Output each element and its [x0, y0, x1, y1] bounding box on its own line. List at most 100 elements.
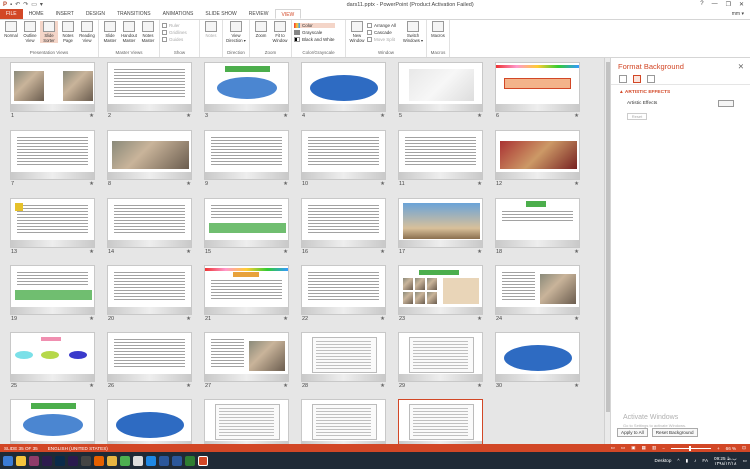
slide-preview[interactable]	[495, 265, 580, 315]
slide-transition-star-icon[interactable]: ★	[574, 383, 579, 389]
handout-master-button[interactable]: Handout Master	[120, 21, 138, 43]
after-effects-icon[interactable]	[68, 455, 78, 466]
slide-thumbnail[interactable]: 14 ★	[107, 198, 192, 262]
effects-icon[interactable]	[633, 75, 641, 83]
start-icon[interactable]	[3, 455, 13, 466]
tab-view[interactable]: VIEW	[274, 9, 302, 19]
slide-transition-star-icon[interactable]: ★	[380, 113, 385, 119]
clock[interactable]: 09:25 ب.ظ ۱۳۹۸/۱۲/۱۸	[714, 456, 737, 466]
zoom-level[interactable]: 66 %	[726, 446, 736, 451]
slide-preview[interactable]	[398, 265, 483, 315]
slide-preview[interactable]	[10, 130, 95, 180]
black-and-white-button[interactable]: Black and White	[294, 37, 335, 42]
redo-icon[interactable]: ↷	[23, 1, 28, 8]
folder-icon[interactable]	[107, 455, 117, 466]
slide-preview[interactable]	[204, 332, 289, 382]
tab-review[interactable]: REVIEW	[243, 9, 275, 19]
switch-windows-button[interactable]: Switch Windows ▾	[402, 21, 424, 43]
close-button[interactable]: ✕	[739, 1, 744, 8]
fit-slide-icon[interactable]: ⊡	[742, 445, 746, 451]
slide-preview[interactable]	[301, 332, 386, 382]
tab-file[interactable]: FILE	[0, 9, 23, 19]
slide-transition-star-icon[interactable]: ★	[186, 181, 191, 187]
network-icon[interactable]: ▮	[686, 458, 689, 464]
start-slideshow-icon[interactable]: ▭	[31, 1, 37, 8]
slide-thumbnail[interactable]: 22 ★	[301, 265, 386, 329]
slide-transition-star-icon[interactable]: ★	[89, 316, 94, 322]
undo-icon[interactable]: ↶	[15, 1, 20, 8]
ruler-checkbox[interactable]: Ruler	[162, 23, 187, 28]
slide-preview[interactable]	[107, 198, 192, 248]
user-account[interactable]: mm ▾	[732, 9, 750, 19]
slide-thumbnail[interactable]: 7 ★	[10, 130, 95, 194]
slide-thumbnail[interactable]: 13 ★	[10, 198, 95, 262]
slide-transition-star-icon[interactable]: ★	[380, 181, 385, 187]
tab-transitions[interactable]: TRANSITIONS	[111, 9, 157, 19]
reading-view-button[interactable]: Reading View	[78, 21, 96, 43]
slide-transition-star-icon[interactable]: ★	[574, 316, 579, 322]
slide-thumbnail[interactable]: 23 ★	[398, 265, 483, 329]
reset-button[interactable]: Reset	[627, 113, 647, 120]
slide-preview[interactable]	[301, 130, 386, 180]
slide-transition-star-icon[interactable]: ★	[283, 383, 288, 389]
notes-button[interactable]: Notes	[202, 21, 220, 38]
slide-preview[interactable]	[398, 332, 483, 382]
slide-thumbnail[interactable]: 35★	[398, 399, 483, 444]
slide-thumbnail[interactable]: 10 ★	[301, 130, 386, 194]
language-indicator[interactable]: ENGLISH (UNITED STATES)	[48, 446, 108, 451]
chrome-icon[interactable]	[120, 455, 130, 466]
slide-preview[interactable]	[204, 399, 289, 444]
slide-preview[interactable]	[398, 62, 483, 112]
slide-thumbnail[interactable]: 26 ★	[107, 332, 192, 396]
slide-thumbnail[interactable]: 32★	[107, 399, 192, 444]
slide-transition-star-icon[interactable]: ★	[380, 383, 385, 389]
slide-thumbnail[interactable]: 16 ★	[301, 198, 386, 262]
artistic-effects-dropdown[interactable]	[718, 100, 734, 107]
minimize-button[interactable]: —	[712, 1, 718, 8]
slide-preview[interactable]	[398, 130, 483, 180]
fill-icon[interactable]	[619, 75, 627, 83]
slide-preview[interactable]	[495, 332, 580, 382]
pane-close-button[interactable]: ✕	[738, 62, 744, 71]
slide-transition-star-icon[interactable]: ★	[89, 113, 94, 119]
slide-transition-star-icon[interactable]: ★	[283, 113, 288, 119]
slide-transition-star-icon[interactable]: ★	[380, 249, 385, 255]
slide-preview[interactable]	[204, 62, 289, 112]
tab-design[interactable]: DESIGN	[80, 9, 111, 19]
view-direction-button[interactable]: View Direction ▾	[225, 21, 247, 43]
tray-arrow-icon[interactable]: ^	[677, 458, 679, 463]
macros-button[interactable]: Macros	[429, 21, 447, 38]
media-player-icon[interactable]	[81, 455, 91, 466]
zoom-out-icon[interactable]: −	[662, 446, 665, 451]
slide-thumbnail[interactable]: 34★	[301, 399, 386, 444]
gridlines-checkbox[interactable]: Gridlines	[162, 30, 187, 35]
slide-transition-star-icon[interactable]: ★	[477, 181, 482, 187]
slide-preview[interactable]	[204, 198, 289, 248]
slide-transition-star-icon[interactable]: ★	[89, 383, 94, 389]
slide-preview[interactable]	[204, 265, 289, 315]
slide-preview[interactable]	[398, 399, 483, 444]
guides-checkbox[interactable]: Guides	[162, 37, 187, 42]
slide-thumbnail[interactable]: 17 ★	[398, 198, 483, 262]
slide-thumbnail[interactable]: 29 ★	[398, 332, 483, 396]
media-icon[interactable]	[133, 455, 143, 466]
tab-animations[interactable]: ANIMATIONS	[157, 9, 200, 19]
slide-preview[interactable]	[301, 265, 386, 315]
comments-toggle-icon[interactable]: ▭	[621, 445, 625, 451]
picture-icon[interactable]	[647, 75, 655, 83]
powerpoint-icon[interactable]	[198, 455, 208, 466]
cascade-button[interactable]: Cascade	[367, 30, 401, 35]
slide-transition-star-icon[interactable]: ★	[283, 181, 288, 187]
slide-preview[interactable]	[495, 130, 580, 180]
zoom-in-icon[interactable]: +	[717, 446, 720, 451]
word-icon[interactable]	[159, 455, 169, 466]
outline-view-button[interactable]: Outline View	[21, 21, 39, 43]
slide-transition-star-icon[interactable]: ★	[574, 181, 579, 187]
notes-master-button[interactable]: Notes Master	[139, 21, 157, 43]
help-button[interactable]: ?	[700, 1, 703, 8]
slide-transition-star-icon[interactable]: ★	[574, 249, 579, 255]
slide-thumbnail[interactable]: 6 ★	[495, 62, 580, 126]
slide-preview[interactable]	[301, 198, 386, 248]
notes-toggle-icon[interactable]: ▭	[611, 445, 615, 451]
normal-view-button[interactable]: Normal	[2, 21, 20, 38]
